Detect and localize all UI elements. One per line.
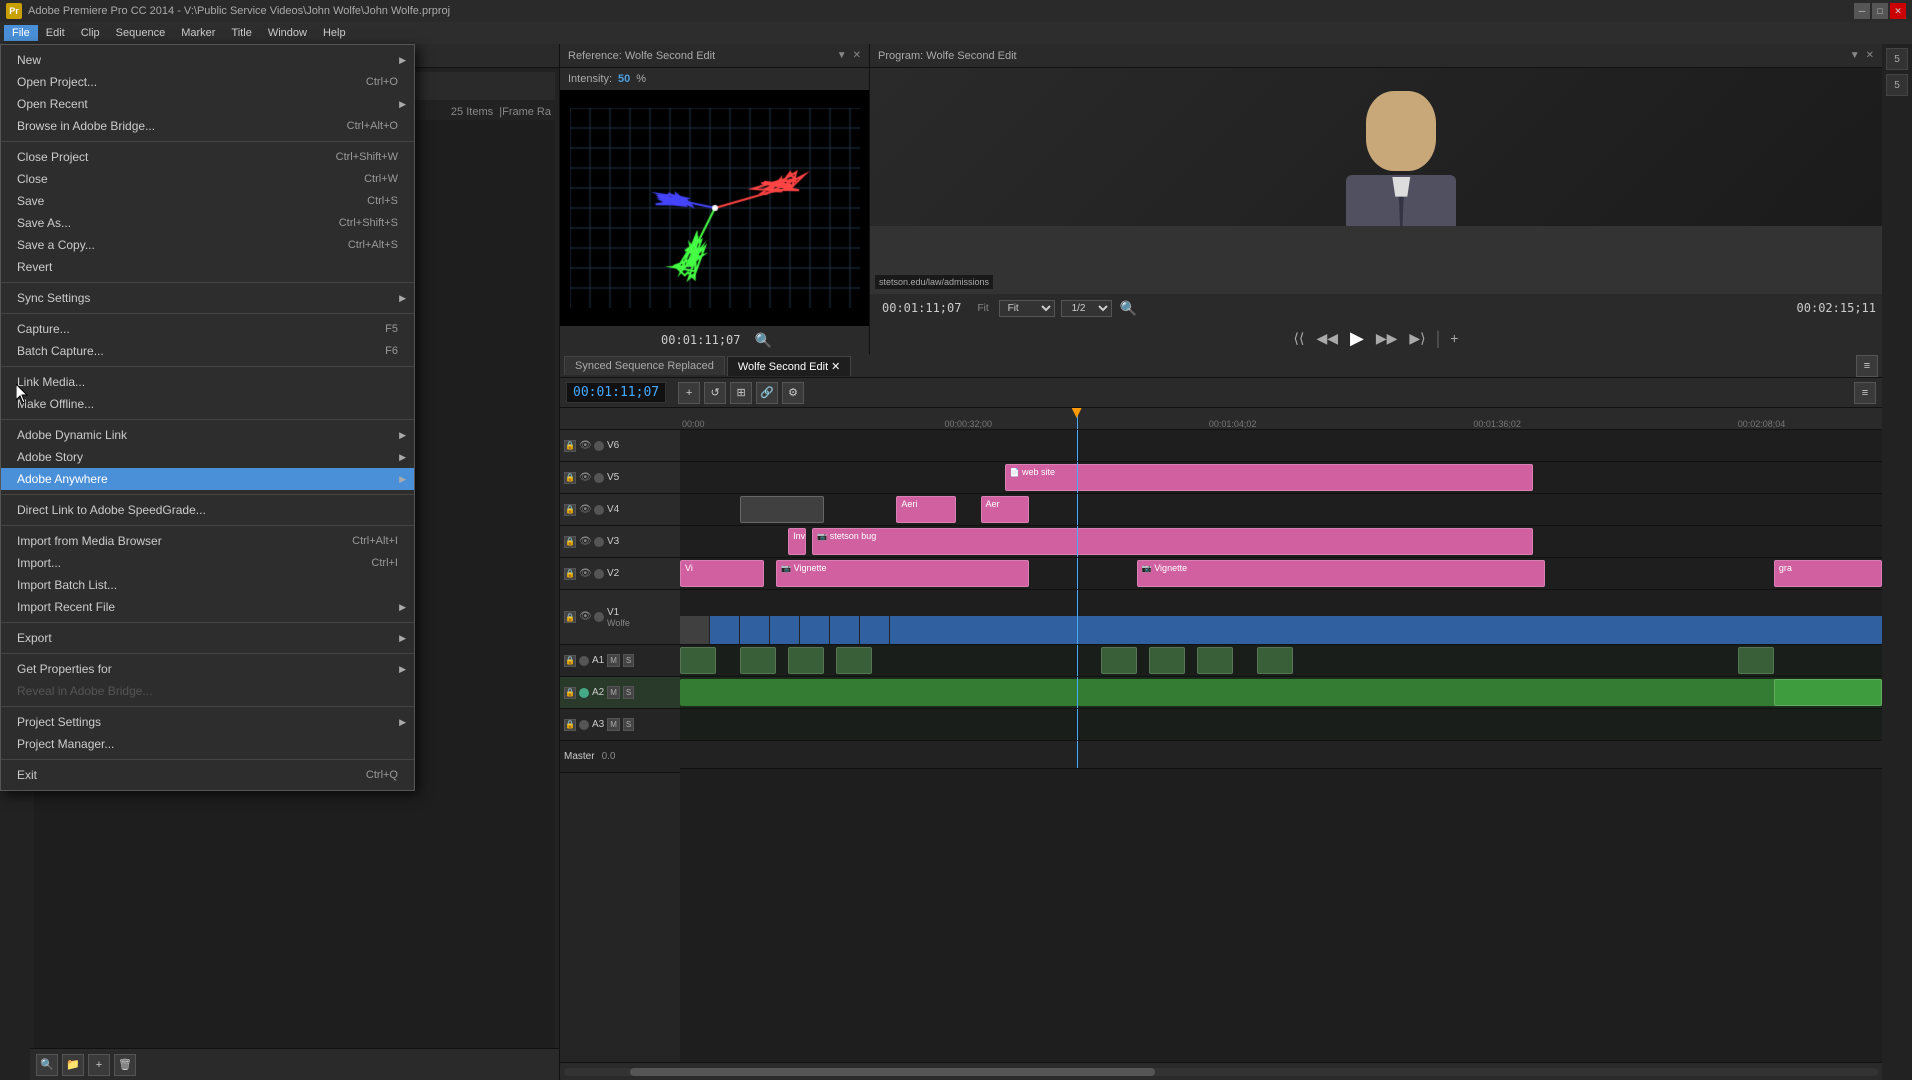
menu-close-project[interactable]: Close Project Ctrl+Shift+W [1,146,414,168]
sep-3 [1,313,414,314]
sep-5 [1,419,414,420]
menu-sync-settings[interactable]: Sync Settings [1,287,414,309]
menu-reveal-bridge: Reveal in Adobe Bridge... [1,680,414,702]
sep-1 [1,141,414,142]
sep-9 [1,653,414,654]
dropdown-overlay: New Open Project... Ctrl+O Open Recent B… [0,0,1912,1080]
menu-open-recent[interactable]: Open Recent [1,93,414,115]
menu-project-settings[interactable]: Project Settings [1,711,414,733]
menu-browse-bridge[interactable]: Browse in Adobe Bridge... Ctrl+Alt+O [1,115,414,137]
menu-exit[interactable]: Exit Ctrl+Q [1,764,414,786]
menu-new[interactable]: New [1,49,414,71]
menu-close[interactable]: Close Ctrl+W [1,168,414,190]
menu-import[interactable]: Import... Ctrl+I [1,552,414,574]
menu-adobe-story[interactable]: Adobe Story [1,446,414,468]
menu-capture[interactable]: Capture... F5 [1,318,414,340]
menu-speedgrade[interactable]: Direct Link to Adobe SpeedGrade... [1,499,414,521]
menu-make-offline[interactable]: Make Offline... [1,393,414,415]
menu-save[interactable]: Save Ctrl+S [1,190,414,212]
menu-import-from-browser[interactable]: Import from Media Browser Ctrl+Alt+I [1,530,414,552]
menu-import-batch[interactable]: Import Batch List... [1,574,414,596]
menu-adobe-anywhere[interactable]: Adobe Anywhere [1,468,414,490]
file-menu: New Open Project... Ctrl+O Open Recent B… [0,44,415,791]
sep-2 [1,282,414,283]
menu-batch-capture[interactable]: Batch Capture... F6 [1,340,414,362]
menu-dynamic-link[interactable]: Adobe Dynamic Link [1,424,414,446]
sep-10 [1,706,414,707]
menu-project-manager[interactable]: Project Manager... [1,733,414,755]
menu-open-project[interactable]: Open Project... Ctrl+O [1,71,414,93]
menu-import-recent[interactable]: Import Recent File [1,596,414,618]
menu-get-properties[interactable]: Get Properties for [1,658,414,680]
menu-revert[interactable]: Revert [1,256,414,278]
menu-link-media[interactable]: Link Media... [1,371,414,393]
menu-export[interactable]: Export [1,627,414,649]
sep-11 [1,759,414,760]
sep-8 [1,622,414,623]
sep-4 [1,366,414,367]
menu-save-copy[interactable]: Save a Copy... Ctrl+Alt+S [1,234,414,256]
sep-7 [1,525,414,526]
menu-save-as[interactable]: Save As... Ctrl+Shift+S [1,212,414,234]
sep-6 [1,494,414,495]
